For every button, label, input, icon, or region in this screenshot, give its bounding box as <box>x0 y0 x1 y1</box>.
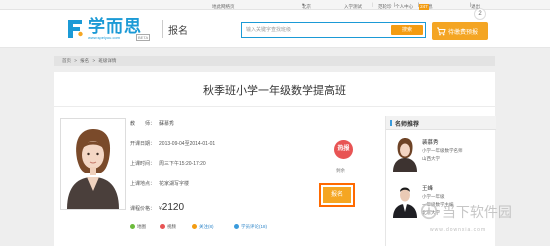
beta-badge: BETA <box>136 34 151 41</box>
class-title: 秋季班小学一年级数学提高班 <box>203 85 346 97</box>
topbar-exit-link[interactable]: | 退出 <box>470 2 480 9</box>
search-input[interactable] <box>242 23 390 37</box>
place-row: 上课地点： 花家湖写字楼 <box>130 180 189 187</box>
teacher-card-title: 小学一年级 <box>422 194 445 199</box>
title-divider <box>54 106 495 107</box>
price-row: 课程价格： ¥2120 <box>130 202 184 213</box>
video-icon <box>160 224 165 229</box>
recommended-teacher-card[interactable]: 裴慕秀 小学一年级数学名师 山西大学 <box>392 136 492 176</box>
time-row: 上课时间： 周三下午15:20-17:20 <box>130 160 206 167</box>
breadcrumb-current: 班级详情 <box>98 58 117 63</box>
place-value: 花家湖写字楼 <box>159 181 190 187</box>
teacher-label: 教 师： <box>130 121 156 127</box>
teacher-card-name: 王峰 <box>422 186 434 192</box>
dates-row: 开课日期： 2013-09-04至2014-01-01 <box>130 140 215 147</box>
watermark-url: www.downxia.com <box>430 227 487 233</box>
review-label: 学员评论(18) <box>241 224 268 229</box>
time-value: 周三下午15:20-17:20 <box>159 161 206 167</box>
site-logo[interactable]: 学而思 www.speiyou.com BETA <box>66 17 156 41</box>
teacher-card-name: 裴慕秀 <box>422 140 439 146</box>
time-label: 上课时间： <box>130 161 156 167</box>
teacher-card-school: 山西大学 <box>422 156 440 161</box>
remaining-seats: 剩余 <box>336 168 345 173</box>
topbar-center-link[interactable]: | 个人中心 <box>394 2 413 9</box>
teacher-photo <box>60 118 126 210</box>
header-divider <box>162 20 163 38</box>
breadcrumb: 首页 > 报名 > 班级详情 <box>54 56 495 66</box>
pending-payment-label: 待缴费预报 <box>448 30 479 36</box>
heart-icon <box>192 224 197 229</box>
map-icon <box>130 224 135 229</box>
breadcrumb-home[interactable]: 首页 <box>62 58 71 63</box>
logo-mark-icon <box>68 20 83 38</box>
breadcrumb-separator: > <box>74 58 77 63</box>
review-link[interactable]: 学员评论(18) <box>234 224 267 230</box>
hot-badge: 热报 <box>334 140 353 159</box>
teacher-name[interactable]: 蘇慕秀 <box>159 121 174 127</box>
topbar-message-link[interactable]: | 小消息 247 <box>418 2 433 10</box>
place-label: 上课地点： <box>130 181 156 187</box>
map-link[interactable]: 地图 <box>130 224 146 230</box>
cart-count-badge: 2 <box>474 8 486 20</box>
watermark-text: 当下软件园 <box>441 204 512 220</box>
dates-label: 开课日期： <box>130 141 156 147</box>
enroll-button-label: 报名 <box>323 187 351 203</box>
pending-payment-button[interactable]: 待缴费预报 <box>432 22 488 40</box>
cart-icon <box>437 27 446 36</box>
sidebar-accent-bar <box>390 120 392 126</box>
logo-url: www.speiyou.com <box>88 35 121 40</box>
topbar-separator: | <box>372 2 374 7</box>
sidebar-header: 名师推荐 <box>386 116 496 130</box>
teacher-avatar-icon <box>393 187 417 218</box>
search-box: 搜索 <box>241 22 426 38</box>
teacher-avatar-icon <box>393 138 417 172</box>
site-header: 学而思 www.speiyou.com BETA 报名 搜索 待缴费预报 <box>0 10 550 48</box>
topbar-region-select[interactable]: 北京 ▾ <box>302 2 311 9</box>
price-label: 课程价格： <box>130 206 156 212</box>
comment-icon <box>234 224 239 229</box>
sidebar-title: 名师推荐 <box>395 122 420 128</box>
teacher-card-title: 小学一年级数学名师 <box>422 148 463 153</box>
teacher-avatar-icon <box>61 119 125 209</box>
video-link[interactable]: 视频 <box>160 224 176 230</box>
teacher-row: 教 师： 蘇慕秀 <box>130 120 174 127</box>
page-section-label: 报名 <box>168 26 188 37</box>
follow-label: 关注(8) <box>199 224 214 229</box>
price-value: 2120 <box>161 202 185 213</box>
top-utility-bar: 地此网络页 北京 ▾ 入学测试 | 范轮珍 | 个人中心 | 小消息 247 |… <box>0 0 550 10</box>
breadcrumb-enroll[interactable]: 报名 <box>80 58 89 63</box>
logo-text: 学而思 <box>88 17 142 36</box>
dates-value: 2013-09-04至2014-01-01 <box>159 141 216 147</box>
map-label: 地图 <box>137 224 146 229</box>
site-watermark: 当下软件园 <box>420 202 550 228</box>
watermark-logo-icon <box>420 202 438 220</box>
follow-link[interactable]: 关注(8) <box>192 224 214 230</box>
enroll-button[interactable]: 报名 <box>319 183 355 207</box>
breadcrumb-separator: > <box>92 58 96 63</box>
video-label: 视频 <box>167 224 176 229</box>
search-button[interactable]: 搜索 <box>391 25 423 35</box>
